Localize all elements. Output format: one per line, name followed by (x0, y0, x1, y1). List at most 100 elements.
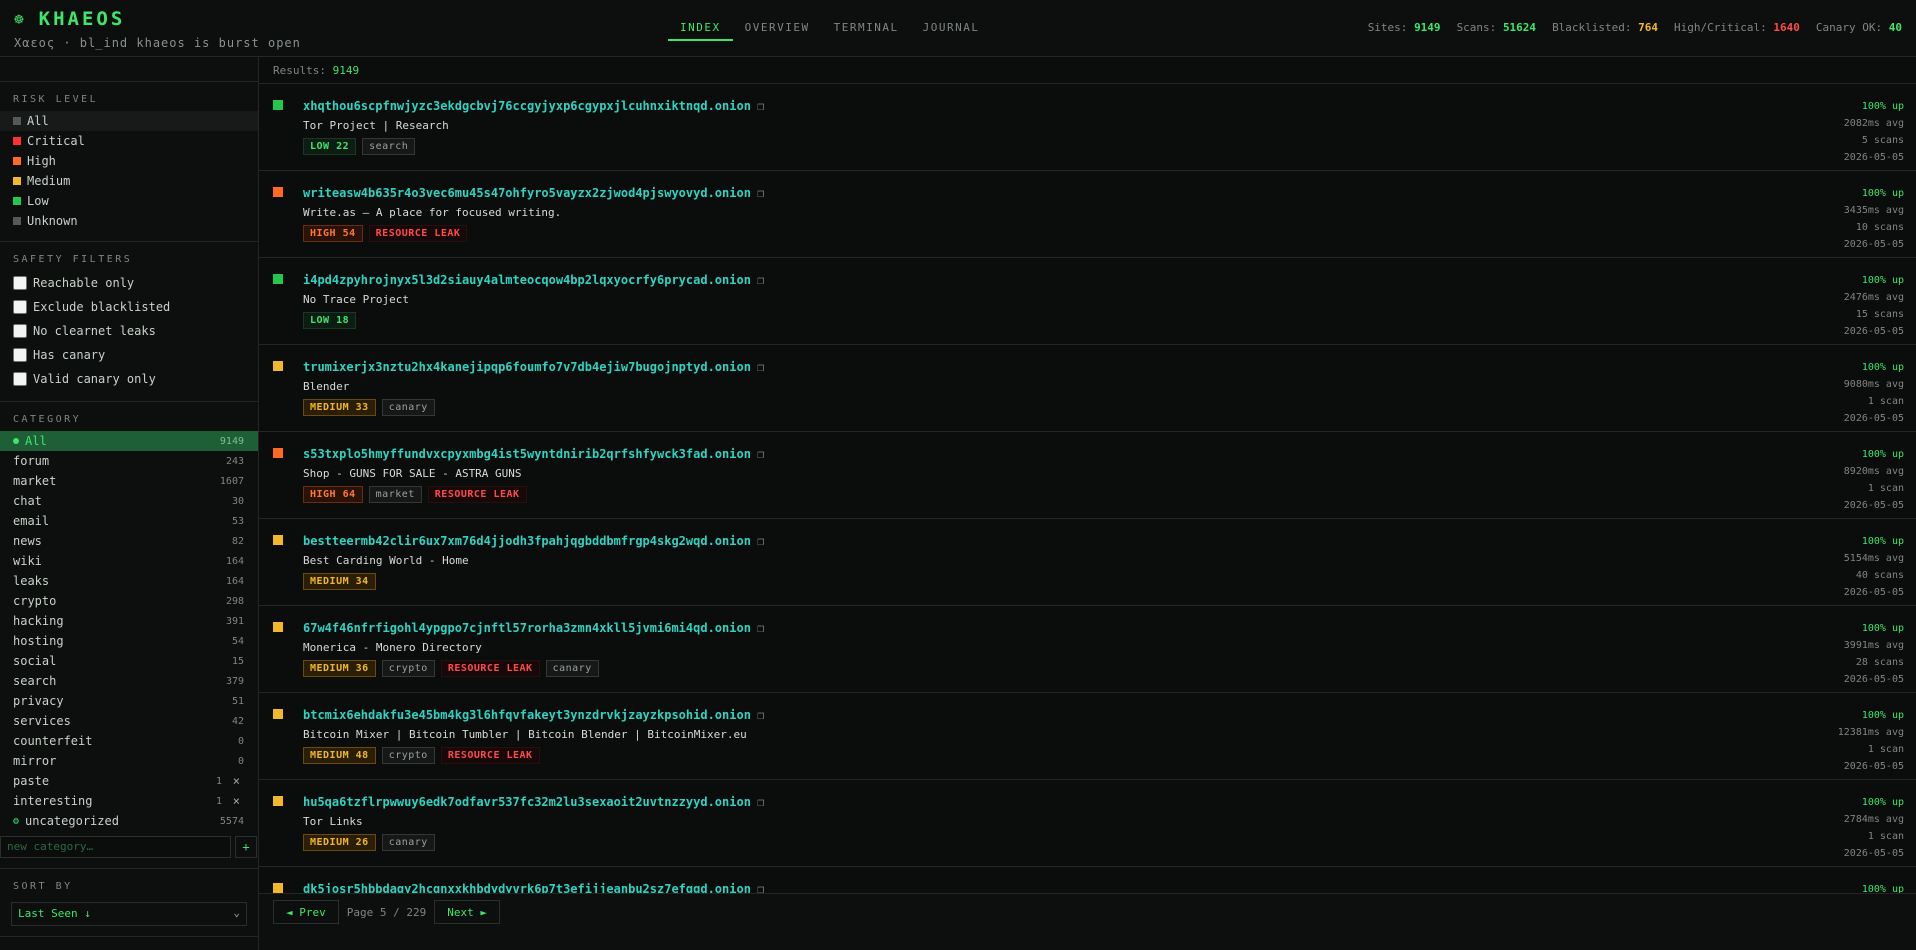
copy-icon[interactable]: ❐ (757, 360, 764, 374)
safety-filter-has-canary[interactable]: Has canary (0, 343, 258, 367)
list-item[interactable]: xhqthou6scpfnwjyzc3ekdgcbvj76ccgyjyxp6cg… (259, 84, 1916, 171)
sidebar-search-area[interactable] (0, 57, 258, 82)
safety-filter-label: No clearnet leaks (33, 324, 156, 338)
onion-address-link[interactable]: writeasw4b635r4o3vec6mu45s47ohfyro5vayzx… (303, 186, 764, 200)
brand[interactable]: ☸ KHAEOS Χαεος · bl̲ind khaeos is burst … (14, 8, 301, 50)
risk-filter-all[interactable]: All (0, 111, 258, 131)
risk-filter-medium[interactable]: Medium (0, 171, 258, 191)
copy-icon[interactable]: ❐ (757, 99, 764, 113)
risk-square-icon (13, 137, 21, 145)
category-item-wiki[interactable]: wiki 164 (0, 551, 258, 571)
site-meta: 100% up 5154ms avg 40 scans 2026-05-05 (1844, 533, 1904, 601)
category-item-paste[interactable]: paste 1 × (0, 771, 258, 791)
category-item-services[interactable]: services 42 (0, 711, 258, 731)
onion-address-link[interactable]: trumixerjx3nztu2hx4kanejipqp6foumfo7v7db… (303, 360, 764, 374)
tab-terminal[interactable]: TERMINAL (822, 18, 911, 41)
last-seen-date: 2026-05-05 (1843, 587, 1904, 598)
category-item-social[interactable]: social 15 (0, 651, 258, 671)
site-title: Bitcoin Mixer | Bitcoin Tumbler | Bitcoi… (303, 728, 747, 741)
site-meta: 100% up3161ms avg (1844, 881, 1904, 893)
copy-icon[interactable]: ❐ (757, 621, 764, 635)
tag-list: LOW 18 (303, 312, 357, 329)
checkbox[interactable] (13, 348, 27, 362)
checkbox[interactable] (13, 300, 27, 314)
close-icon[interactable]: × (233, 774, 240, 788)
risk-filter-unknown[interactable]: Unknown (0, 211, 258, 231)
category-count: 243 (225, 455, 244, 467)
checkbox[interactable] (13, 276, 27, 290)
list-item[interactable]: dk5josr5hbbdaqy2hcqnxxkhbdydyvrk6p7t3efi… (259, 867, 1916, 893)
new-category-input[interactable]: new category… (0, 836, 231, 858)
onion-address-link[interactable]: 67w4f46nfrfigohl4ypgpo7cjnftl57rorha3zmn… (303, 621, 764, 635)
copy-icon[interactable]: ❐ (757, 186, 764, 200)
category-item-hosting[interactable]: hosting 54 (0, 631, 258, 651)
risk-filter-low[interactable]: Low (0, 191, 258, 211)
list-item[interactable]: s53txplo5hmyffundvxcpyxmbg4ist5wyntdniri… (259, 432, 1916, 519)
list-item[interactable]: trumixerjx3nztu2hx4kanejipqp6foumfo7v7db… (259, 345, 1916, 432)
list-item[interactable]: hu5qa6tzflrpwwuy6edk7odfavr537fc32m2lu3s… (259, 780, 1916, 867)
category-item-email[interactable]: email 53 (0, 511, 258, 531)
tag-badge: MEDIUM 48 (303, 747, 376, 764)
onion-address-link[interactable]: hu5qa6tzflrpwwuy6edk7odfavr537fc32m2lu3s… (303, 795, 764, 809)
category-item-news[interactable]: news 82 (0, 531, 258, 551)
category-item-chat[interactable]: chat 30 (0, 491, 258, 511)
safety-filter-label: Has canary (33, 348, 106, 362)
close-icon[interactable]: × (233, 794, 240, 808)
risk-indicator (273, 796, 283, 806)
scan-count: 5 scans (1861, 135, 1904, 146)
category-item-search[interactable]: search 379 (0, 671, 258, 691)
safety-filter-exclude-blacklisted[interactable]: Exclude blacklisted (0, 295, 258, 319)
add-category-button[interactable]: + (235, 836, 257, 858)
safety-filter-reachable-only[interactable]: Reachable only (0, 271, 258, 295)
list-item[interactable]: 67w4f46nfrfigohl4ypgpo7cjnftl57rorha3zmn… (259, 606, 1916, 693)
tab-journal[interactable]: JOURNAL (911, 18, 992, 41)
category-item-hacking[interactable]: hacking 391 (0, 611, 258, 631)
checkbox[interactable] (13, 324, 27, 338)
risk-indicator (273, 622, 283, 632)
copy-icon[interactable]: ❐ (757, 447, 764, 461)
copy-icon[interactable]: ❐ (757, 534, 764, 548)
sort-select[interactable]: Last Seen ↓ ⌄ (11, 902, 247, 926)
category-item-all[interactable]: All 9149 (0, 431, 258, 451)
copy-icon[interactable]: ❐ (757, 882, 764, 893)
onion-address-link[interactable]: xhqthou6scpfnwjyzc3ekdgcbvj76ccgyjyxp6cg… (303, 99, 764, 113)
safety-filter-valid-canary-only[interactable]: Valid canary only (0, 367, 258, 391)
list-item[interactable]: writeasw4b635r4o3vec6mu45s47ohfyro5vayzx… (259, 171, 1916, 258)
category-item-uncategorized[interactable]: ⚙ uncategorized 5574 (0, 811, 258, 831)
onion-address-link[interactable]: s53txplo5hmyffundvxcpyxmbg4ist5wyntdniri… (303, 447, 764, 461)
risk-filter-critical[interactable]: Critical (0, 131, 258, 151)
category-item-forum[interactable]: forum 243 (0, 451, 258, 471)
onion-address-link[interactable]: bestteermb42clir6ux7xm76d4jjodh3fpahjqgb… (303, 534, 764, 548)
category-item-crypto[interactable]: crypto 298 (0, 591, 258, 611)
onion-address-link[interactable]: btcmix6ehdakfu3e45bm4kg3l6hfqvfakeyt3ynz… (303, 708, 764, 722)
tab-index[interactable]: INDEX (668, 18, 733, 41)
last-seen-date: 2026-05-05 (1843, 761, 1904, 772)
prev-page-button[interactable]: ◄ Prev (273, 900, 339, 924)
tag-badge: search (362, 138, 416, 155)
list-item[interactable]: bestteermb42clir6ux7xm76d4jjodh3fpahjqgb… (259, 519, 1916, 606)
checkbox[interactable] (13, 372, 27, 386)
copy-icon[interactable]: ❐ (757, 708, 764, 722)
tag-badge: RESOURCE LEAK (368, 225, 468, 242)
next-page-button[interactable]: Next ► (434, 900, 500, 924)
tab-overview[interactable]: OVERVIEW (733, 18, 822, 41)
list-item[interactable]: i4pd4zpyhrojnyx5l3d2siauy4almteocqow4bp2… (259, 258, 1916, 345)
risk-filter-high[interactable]: High (0, 151, 258, 171)
category-item-privacy[interactable]: privacy 51 (0, 691, 258, 711)
category-item-leaks[interactable]: leaks 164 (0, 571, 258, 591)
category-item-interesting[interactable]: interesting 1 × (0, 791, 258, 811)
copy-icon[interactable]: ❐ (757, 795, 764, 809)
category-item-counterfeit[interactable]: counterfeit 0 (0, 731, 258, 751)
category-item-mirror[interactable]: mirror 0 (0, 751, 258, 771)
risk-square-icon (13, 197, 21, 205)
category-label: hacking (13, 614, 64, 628)
category-item-market[interactable]: market 1607 (0, 471, 258, 491)
risk-filter-label: Critical (27, 134, 85, 148)
onion-address-link[interactable]: dk5josr5hbbdaqy2hcqnxxkhbdydyvrk6p7t3efi… (303, 882, 764, 893)
copy-icon[interactable]: ❐ (757, 273, 764, 287)
safety-filter-no-clearnet-leaks[interactable]: No clearnet leaks (0, 319, 258, 343)
stat-blacklisted: Blacklisted: 764 (1552, 21, 1659, 34)
tag-badge: LOW 22 (303, 138, 357, 155)
list-item[interactable]: btcmix6ehdakfu3e45bm4kg3l6hfqvfakeyt3ynz… (259, 693, 1916, 780)
onion-address-link[interactable]: i4pd4zpyhrojnyx5l3d2siauy4almteocqow4bp2… (303, 273, 764, 287)
